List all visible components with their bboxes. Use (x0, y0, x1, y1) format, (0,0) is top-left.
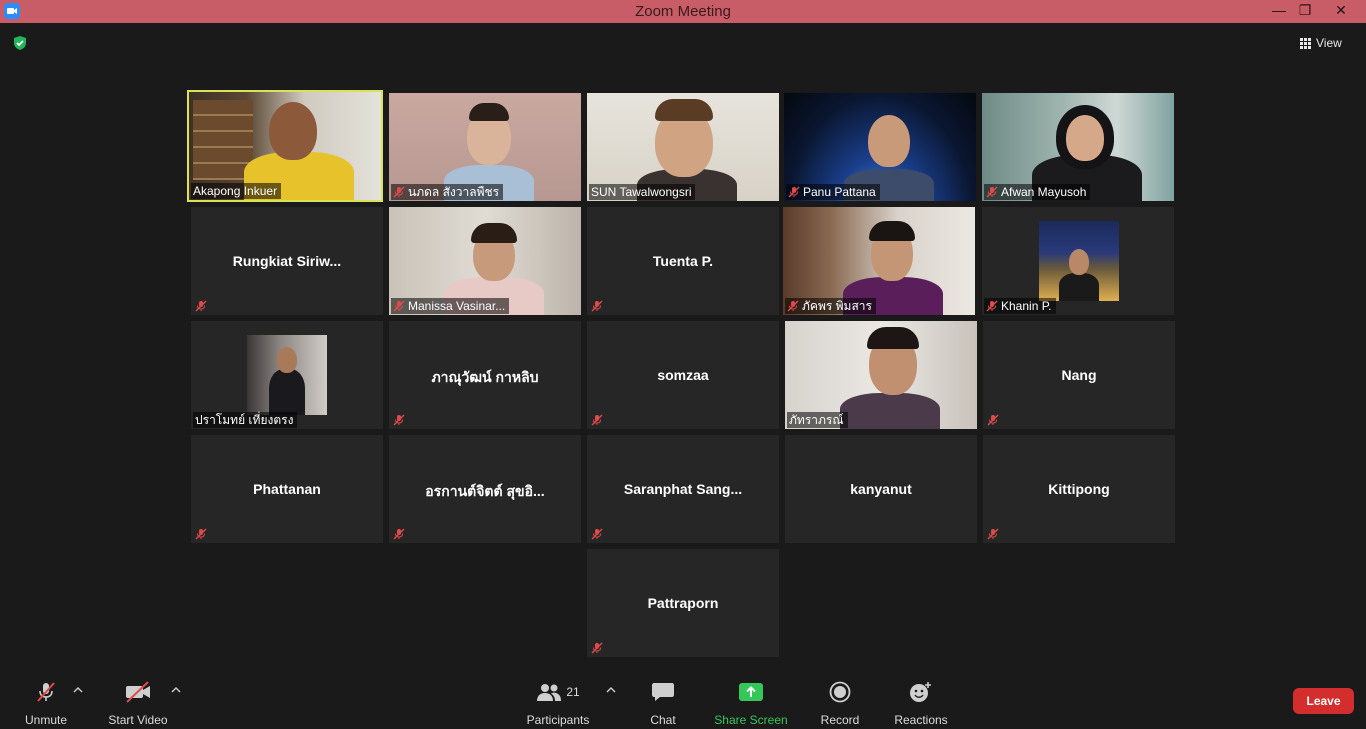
muted-mic-icon (987, 528, 999, 540)
participant-tile[interactable]: Kittipong (983, 435, 1175, 543)
view-label: View (1316, 36, 1342, 50)
muted-mic-icon (393, 186, 405, 198)
participant-tile[interactable]: kanyanut (785, 435, 977, 543)
profile-picture (247, 335, 327, 415)
muted-mic-icon (987, 414, 999, 426)
grid-icon (1300, 37, 1311, 49)
record-button[interactable]: Record (818, 679, 862, 727)
participants-button[interactable]: 21 Participants (524, 679, 592, 727)
participant-tile[interactable]: Manissa Vasinar... (389, 207, 581, 315)
participant-tile[interactable]: Pattraporn (587, 549, 779, 657)
participant-tile[interactable]: Rungkiat Siriw... (191, 207, 383, 315)
participant-name-label: SUN Tawalwongsri (589, 184, 696, 200)
chat-button[interactable]: Chat (643, 679, 683, 727)
muted-mic-icon (195, 528, 207, 540)
participant-tile[interactable]: SUN Tawalwongsri (587, 93, 779, 201)
muted-mic-icon (195, 300, 207, 312)
view-button[interactable]: View (1300, 33, 1342, 53)
participant-name-label: ภัทราภรณ์ (787, 412, 848, 428)
meeting-toolbar: Unmute Start Video 21 Participants Chat … (0, 669, 1366, 729)
participant-tile[interactable]: Phattanan (191, 435, 383, 543)
participants-icon: 21 (524, 679, 592, 705)
participant-name: Tuenta P. (652, 253, 714, 269)
participant-name-label: Panu Pattana (786, 184, 880, 200)
participant-name: อรกานต์จิตต์ สุขอิ... (425, 483, 545, 499)
participant-name-label: Akapong Inkuer (191, 183, 282, 199)
participant-name-label: Khanin P. (984, 298, 1056, 314)
participant-name-label: ปราโมทย์ เที่ยงตรง (193, 412, 298, 428)
participant-name: Pattraporn (647, 595, 719, 611)
participant-tile[interactable]: อรกานต์จิตต์ สุขอิ... (389, 435, 581, 543)
participant-name: Kittipong (1048, 481, 1110, 497)
muted-mic-icon (788, 186, 800, 198)
reactions-button[interactable]: Reactions (892, 679, 950, 727)
close-button[interactable]: ✕ (1318, 0, 1364, 23)
muted-mic-icon (986, 186, 998, 198)
participant-name-label: Manissa Vasinar... (391, 298, 510, 314)
participant-tile[interactable]: Akapong Inkuer (187, 90, 383, 202)
muted-mic-icon (591, 414, 603, 426)
muted-mic-icon (591, 528, 603, 540)
participant-tile[interactable]: Afwan Mayusoh (982, 93, 1174, 201)
participant-tile[interactable]: ปราโมทย์ เที่ยงตรง (191, 321, 383, 429)
participant-name: ภาณุวัฒน์ กาหลิบ (431, 369, 539, 385)
participant-name-label: ภัคพร พิมสาร (785, 298, 876, 314)
share-screen-icon (713, 679, 789, 705)
participant-tile[interactable]: Tuenta P. (587, 207, 779, 315)
profile-picture (1039, 221, 1119, 301)
video-off-icon (104, 679, 172, 705)
share-screen-button[interactable]: Share Screen (713, 679, 789, 727)
participant-name-label: นภดล สังวาลพืชร (391, 184, 504, 200)
participant-tile[interactable]: Nang (983, 321, 1175, 429)
participants-count: 21 (566, 685, 580, 699)
start-video-button[interactable]: Start Video (104, 679, 172, 727)
participant-tile[interactable]: Panu Pattana (784, 93, 976, 201)
participant-name: Saranphat Sang... (623, 481, 743, 497)
muted-mic-icon (787, 300, 799, 312)
participant-tile[interactable]: Khanin P. (982, 207, 1174, 315)
reactions-icon (892, 679, 950, 705)
chevron-up-icon[interactable] (606, 686, 616, 694)
participant-name: Phattanan (253, 481, 321, 497)
muted-mic-icon (393, 300, 405, 312)
muted-mic-icon (18, 679, 74, 705)
maximize-button[interactable]: ❐ (1290, 0, 1320, 23)
participant-name: Rungkiat Siriw... (232, 253, 342, 269)
leave-button[interactable]: Leave (1293, 688, 1354, 714)
record-icon (818, 679, 862, 705)
participant-name-label: Afwan Mayusoh (984, 184, 1091, 200)
chevron-up-icon[interactable] (73, 686, 83, 694)
chevron-up-icon[interactable] (171, 686, 181, 694)
participant-name: kanyanut (850, 481, 912, 497)
participant-tile[interactable]: ภัทราภรณ์ (785, 321, 977, 429)
window-title: Zoom Meeting (635, 3, 731, 20)
participant-tile[interactable]: ภาณุวัฒน์ กาหลิบ (389, 321, 581, 429)
participant-tile[interactable]: somzaa (587, 321, 779, 429)
participant-name: somzaa (657, 367, 709, 383)
muted-mic-icon (986, 300, 998, 312)
window-titlebar: Zoom Meeting — ❐ ✕ (0, 0, 1366, 23)
muted-mic-icon (393, 414, 405, 426)
unmute-button[interactable]: Unmute (18, 679, 74, 727)
shield-icon[interactable] (12, 35, 28, 51)
chat-icon (643, 679, 683, 705)
muted-mic-icon (591, 300, 603, 312)
muted-mic-icon (591, 642, 603, 654)
participant-tile[interactable]: Saranphat Sang... (587, 435, 779, 543)
participant-tile[interactable]: ภัคพร พิมสาร (783, 207, 975, 315)
muted-mic-icon (393, 528, 405, 540)
participant-tile[interactable]: นภดล สังวาลพืชร (389, 93, 581, 201)
participant-name: Nang (1061, 367, 1097, 383)
